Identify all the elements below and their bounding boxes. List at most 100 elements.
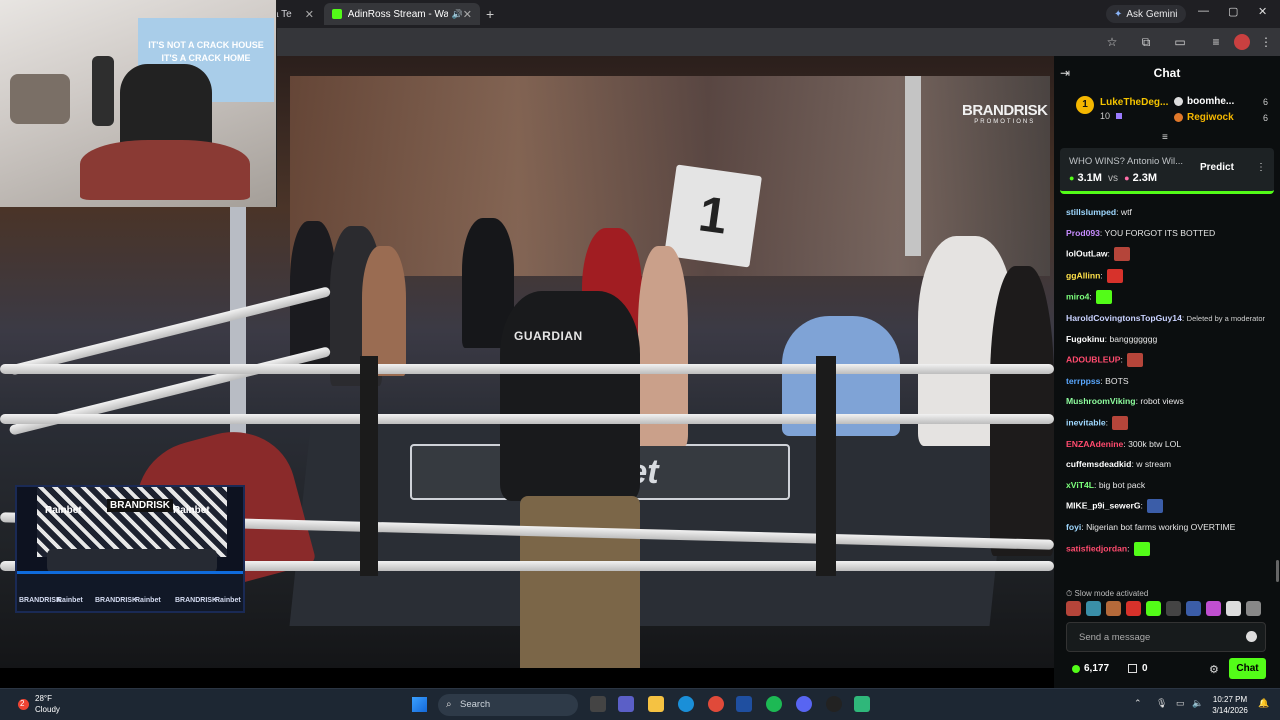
chat-footer: 6,177 0 ⚙ Chat bbox=[1066, 658, 1276, 682]
emoji-picker-icon[interactable] bbox=[1246, 631, 1257, 642]
kick-logo-icon bbox=[332, 9, 342, 19]
volume-icon[interactable]: 🔈 bbox=[1192, 698, 1203, 709]
chat-settings-gear-icon[interactable]: ⚙ bbox=[1209, 663, 1219, 676]
emote-icon[interactable] bbox=[1226, 601, 1241, 616]
chat-username[interactable]: MushroomViking bbox=[1066, 396, 1136, 406]
chat-text: banggggggg bbox=[1109, 333, 1158, 344]
send-message-input[interactable]: Send a message bbox=[1066, 622, 1266, 652]
notification-bell-icon[interactable]: 🔔 bbox=[1258, 698, 1269, 709]
leaderboard-count: 6 bbox=[1262, 112, 1268, 123]
microphone-icon[interactable]: 🎙 bbox=[1156, 698, 1167, 709]
discord-icon[interactable] bbox=[796, 696, 812, 712]
pip-footer-logo: Rainbet bbox=[135, 597, 161, 604]
close-window-button[interactable]: ✕ bbox=[1258, 5, 1267, 18]
chat-username[interactable]: Prod093 bbox=[1066, 228, 1100, 238]
chat-username[interactable]: ENZAAdenine bbox=[1066, 439, 1123, 449]
speaker-icon[interactable]: 🔊 bbox=[452, 9, 463, 20]
chat-emote-icon bbox=[1112, 415, 1129, 430]
leaderboard-entry[interactable]: boomhe... 6 bbox=[1174, 96, 1274, 107]
pinned-expand-icon[interactable]: ≡ bbox=[1162, 132, 1168, 143]
chat-username[interactable]: MIKE_p9i_sewerG bbox=[1066, 501, 1141, 511]
chat-text: Nigerian bot farms working OVERTIME bbox=[1086, 521, 1236, 532]
taskbar-search[interactable]: ⌕ Search bbox=[438, 694, 578, 716]
bookmark-star-icon[interactable]: ☆ bbox=[1104, 34, 1120, 50]
emote-icon[interactable] bbox=[1166, 601, 1181, 616]
prediction-more-icon[interactable]: ⋮ bbox=[1256, 162, 1266, 173]
chat-text: wtf bbox=[1120, 207, 1132, 217]
chat-username[interactable]: ggAllinn bbox=[1066, 270, 1100, 280]
chat-message: MushroomViking: robot views bbox=[1066, 395, 1276, 408]
edge-icon[interactable] bbox=[678, 696, 694, 712]
chat-emote-icon bbox=[1147, 499, 1164, 514]
leaderboard-entry[interactable]: Regiwock 6 bbox=[1174, 112, 1274, 123]
profile-avatar-icon[interactable] bbox=[1234, 34, 1250, 50]
chat-username[interactable]: foyi bbox=[1066, 522, 1081, 532]
spotify-icon[interactable] bbox=[766, 696, 782, 712]
network-icon[interactable]: ▭ bbox=[1176, 698, 1185, 709]
channel-points[interactable]: 6,177 bbox=[1072, 663, 1109, 674]
tab-search-icon[interactable]: ≡ bbox=[1208, 34, 1224, 50]
webcam-shelf bbox=[10, 74, 70, 124]
chat-username[interactable]: xViT4L bbox=[1066, 480, 1094, 490]
chat-username[interactable]: terrppss bbox=[1066, 376, 1100, 386]
emote-icon[interactable] bbox=[1186, 601, 1201, 616]
leaderboard-first-name[interactable]: LukeTheDeg... bbox=[1100, 97, 1168, 108]
chat-username[interactable]: miro4 bbox=[1066, 292, 1089, 302]
pip-sponsor-right: Rainbet bbox=[173, 505, 210, 516]
tab-kick-stream[interactable]: AdinRoss Stream - Watch Li 🔊 ✕ bbox=[324, 3, 480, 25]
round-card: 1 bbox=[664, 164, 762, 268]
windows-start-icon[interactable] bbox=[412, 697, 427, 712]
leaderboard-count: 6 bbox=[1262, 96, 1268, 107]
obs-icon[interactable] bbox=[826, 696, 842, 712]
chat-username[interactable]: stillslumped bbox=[1066, 207, 1116, 217]
minimize-button[interactable]: — bbox=[1198, 5, 1209, 17]
prediction-question: WHO WINS? Antonio Wil... bbox=[1069, 156, 1184, 167]
emote-icon[interactable] bbox=[1106, 601, 1121, 616]
file-explorer-icon[interactable] bbox=[648, 696, 664, 712]
ring-rope bbox=[0, 364, 1054, 374]
extensions-icon[interactable]: ⧉ bbox=[1138, 34, 1154, 50]
prediction-card[interactable]: WHO WINS? Antonio Wil... ● 3.1M vs ● 2.3… bbox=[1060, 148, 1274, 194]
emote-icon[interactable] bbox=[1206, 601, 1221, 616]
slow-mode-icon: ⏱ bbox=[1066, 589, 1073, 598]
page-scrollbar[interactable] bbox=[1276, 560, 1279, 582]
chat-username[interactable]: Fugokinu bbox=[1066, 334, 1105, 344]
app-icon[interactable] bbox=[854, 696, 870, 712]
send-chat-button[interactable]: Chat bbox=[1229, 658, 1266, 679]
close-icon[interactable]: ✕ bbox=[463, 8, 472, 21]
emote-icon[interactable] bbox=[1126, 601, 1141, 616]
new-tab-button[interactable]: + bbox=[486, 6, 494, 22]
screen: ca Te ✕ AdinRoss Stream - Watch Li 🔊 ✕ +… bbox=[0, 0, 1280, 720]
gift-counter[interactable]: 0 bbox=[1128, 663, 1148, 674]
chrome-icon[interactable] bbox=[708, 696, 724, 712]
emote-icon[interactable] bbox=[1246, 601, 1261, 616]
chat-username[interactable]: ADOUBLEUP bbox=[1066, 354, 1120, 364]
maximize-button[interactable]: ▢ bbox=[1228, 5, 1238, 18]
emote-icon[interactable] bbox=[1066, 601, 1081, 616]
chat-message: miro4: bbox=[1066, 290, 1276, 305]
spectator-black bbox=[990, 266, 1054, 556]
cast-icon[interactable]: ▭ bbox=[1172, 34, 1188, 50]
store-icon[interactable] bbox=[736, 696, 752, 712]
brandrisk-logo-sub: PROMOTIONS bbox=[974, 119, 1036, 125]
predict-button[interactable]: Predict bbox=[1200, 162, 1234, 173]
menu-kebab-icon[interactable]: ⋮ bbox=[1258, 34, 1274, 50]
prediction-vs: vs bbox=[1108, 173, 1119, 184]
chat-message: satisfiedjordan: bbox=[1066, 541, 1276, 556]
chat-username[interactable]: cuffemsdeadkid bbox=[1066, 459, 1131, 469]
taskbar-clock[interactable]: 10:27 PM 3/14/2026 bbox=[1208, 694, 1252, 716]
tray-chevron-icon[interactable]: ⌃ bbox=[1134, 698, 1142, 709]
task-view-icon[interactable] bbox=[590, 696, 606, 712]
flag-text-line1: IT'S NOT A CRACK HOUSE bbox=[148, 40, 264, 50]
emote-icon[interactable] bbox=[1146, 601, 1161, 616]
pip-commentators bbox=[47, 549, 217, 573]
ask-gemini-button[interactable]: ✦ Ask Gemini bbox=[1106, 5, 1186, 23]
teams-icon[interactable] bbox=[618, 696, 634, 712]
chat-username[interactable]: HaroldCovingtonsTopGuy14 bbox=[1066, 313, 1182, 323]
close-icon[interactable]: ✕ bbox=[305, 8, 314, 21]
emote-icon[interactable] bbox=[1086, 601, 1101, 616]
weather-widget[interactable]: 2 28°F Cloudy bbox=[18, 693, 60, 715]
chat-username[interactable]: satisfiedjordan bbox=[1066, 543, 1127, 553]
chat-username[interactable]: lolOutLaw bbox=[1066, 248, 1108, 258]
chat-username[interactable]: inevitable bbox=[1066, 417, 1106, 427]
